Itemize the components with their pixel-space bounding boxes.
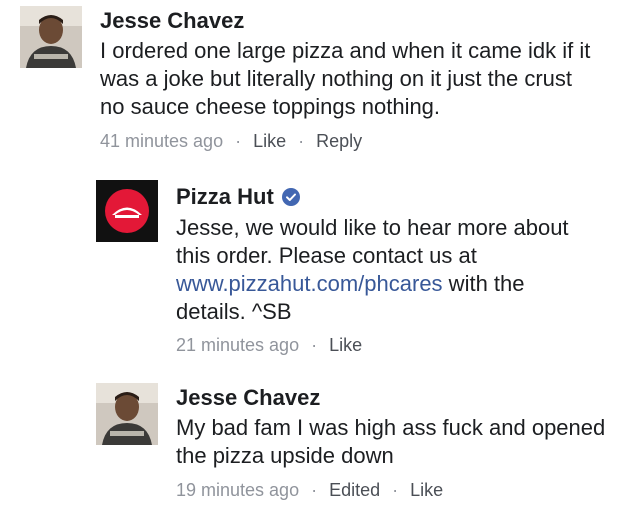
phcares-link[interactable]: www.pizzahut.com/phcares [176,271,443,296]
separator-dot: · [392,480,399,500]
comment-author[interactable]: Jesse Chavez [100,8,620,34]
separator-dot: · [298,131,305,151]
separator-dot: · [311,480,318,500]
comment-meta: 41 minutes ago · Like · Reply [100,130,620,152]
user-photo-icon [20,6,82,68]
comment-timestamp[interactable]: 41 minutes ago [100,131,223,151]
comment-meta: 19 minutes ago · Edited · Like [176,479,620,501]
comment-text: My bad fam I was high ass fuck and opene… [176,415,606,468]
like-button[interactable]: Like [329,335,362,355]
edited-label[interactable]: Edited [329,480,380,500]
avatar-jesse-chavez[interactable] [20,6,82,68]
comment-author[interactable]: Jesse Chavez [176,385,620,411]
avatar-jesse-chavez[interactable] [96,383,158,445]
comment-3: Jesse Chavez My bad fam I was high ass f… [0,375,640,506]
comment-meta: 21 minutes ago · Like [176,334,620,356]
pizza-hut-logo-icon [96,180,158,242]
separator-dot: · [311,335,318,355]
like-button[interactable]: Like [410,480,443,500]
author-name[interactable]: Pizza Hut [176,184,274,209]
user-photo-icon [96,383,158,445]
comment-text: Jesse, we would like to hear more about … [176,214,596,326]
comment-1: Jesse Chavez I ordered one large pizza a… [0,0,640,160]
reply-button[interactable]: Reply [316,131,362,151]
comment-author[interactable]: Pizza Hut [176,184,620,210]
comment-text-start: Jesse, we would like to hear more about … [176,215,569,268]
verified-badge-icon [281,186,300,206]
separator-dot: · [235,131,242,151]
comment-2: Pizza Hut Jesse, we would like to hear m… [0,170,640,360]
avatar-pizza-hut[interactable] [96,180,158,242]
comment-timestamp[interactable]: 19 minutes ago [176,480,299,500]
comment-text: I ordered one large pizza and when it ca… [100,38,591,119]
comment-timestamp[interactable]: 21 minutes ago [176,335,299,355]
like-button[interactable]: Like [253,131,286,151]
